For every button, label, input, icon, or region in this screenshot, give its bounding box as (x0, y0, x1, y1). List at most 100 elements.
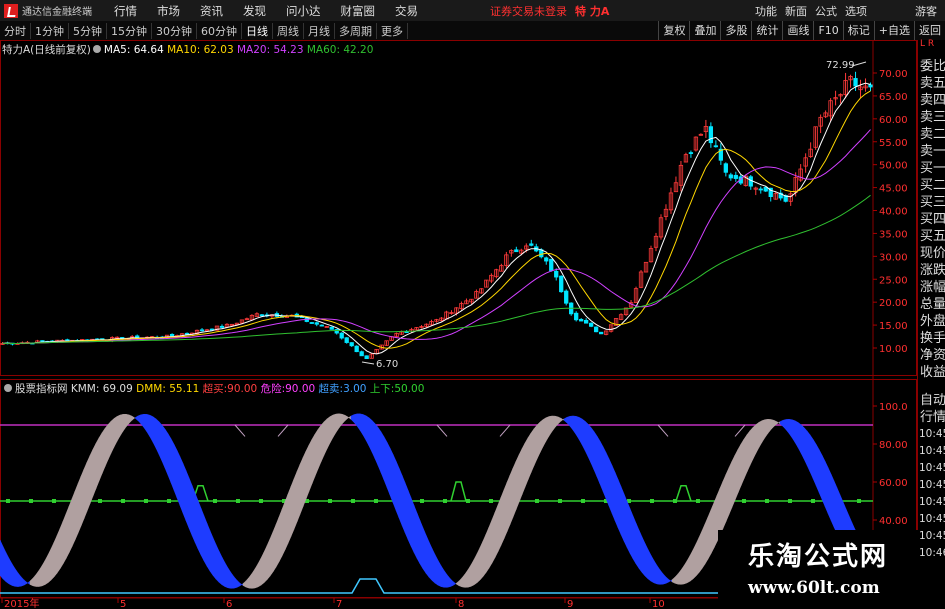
panel-item[interactable]: 现价 (918, 245, 945, 262)
panel-item[interactable]: 行情 (918, 409, 945, 426)
period-30min[interactable]: 30分钟 (152, 22, 197, 39)
kmm-dmm-band (626, 501, 631, 554)
candle-body (204, 329, 210, 332)
kmm-dmm-band (311, 433, 316, 484)
panel-item[interactable]: 卖三 (918, 109, 945, 126)
kmm-dmm-band (377, 426, 382, 473)
kmm-dmm-band (149, 414, 154, 444)
ind-tick-label: 80.00 (879, 440, 908, 451)
panel-item[interactable]: 委比 (918, 58, 945, 75)
tool-diejia[interactable]: 叠加 (689, 21, 720, 40)
period-60min[interactable]: 60分钟 (197, 22, 242, 39)
panel-toggle[interactable]: L R (918, 40, 945, 58)
tool-duogu[interactable]: 多股 (720, 21, 751, 40)
candle-body (339, 332, 344, 339)
tool-biaoji[interactable]: 标记 (842, 21, 874, 40)
price-tick-label: 45.00 (879, 184, 908, 195)
kmm-dmm-band (794, 420, 799, 449)
kmm-dmm-band (638, 529, 643, 574)
menu-xuanxiang[interactable]: 选项 (841, 3, 871, 19)
panel-item[interactable]: 卖五 (918, 75, 945, 92)
period-month[interactable]: 月线 (304, 22, 335, 39)
kmm-dmm-band (239, 582, 244, 587)
candle-body (40, 340, 45, 343)
menu-gongneng[interactable]: 功能 (751, 3, 781, 19)
tool-tongji[interactable]: 统计 (751, 21, 782, 40)
kmm-dmm-band (758, 420, 763, 449)
period-more[interactable]: 更多 (377, 22, 408, 39)
login-status[interactable]: 证券交易未登录 (490, 3, 567, 19)
kmm-dmm-band (254, 562, 259, 589)
panel-item[interactable]: 买四 (918, 211, 945, 228)
panel-item[interactable]: 卖二 (918, 126, 945, 143)
panel-item[interactable]: 净资 (918, 347, 945, 364)
panel-item[interactable]: 买三 (918, 194, 945, 211)
date-tick-label: 9 (567, 599, 573, 609)
period-fenshi[interactable]: 分时 (0, 22, 31, 39)
kmm-dmm-band (422, 527, 427, 575)
candle-body (579, 318, 584, 322)
menu-zixun[interactable]: 资讯 (190, 3, 233, 19)
panel-item[interactable]: 外盘 (918, 313, 945, 330)
tool-huaxian[interactable]: 画线 (782, 21, 813, 40)
tool-f10[interactable]: F10 (813, 21, 842, 40)
panel-item[interactable]: 卖一 (918, 143, 945, 160)
kmm-dmm-band (797, 421, 802, 454)
ma10-label: MA10: 62.03 (167, 44, 234, 56)
kmm-dmm-band (218, 550, 223, 586)
menu-caifuquan[interactable]: 财富圈 (331, 3, 386, 19)
settings-icon[interactable] (92, 45, 101, 53)
menu-wenxiaoda[interactable]: 问小达 (276, 3, 331, 19)
kmm-dmm-band (467, 563, 472, 588)
mid-marker (788, 499, 792, 503)
period-multi[interactable]: 多周期 (335, 22, 377, 39)
kmm-dmm-band (317, 424, 322, 470)
kmm-dmm-band (650, 554, 655, 584)
menu-hangqing[interactable]: 行情 (104, 3, 147, 19)
panel-item[interactable]: 收益 (918, 364, 945, 381)
kmm-dmm-band (575, 415, 580, 441)
tool-zixuan[interactable]: +自选 (873, 21, 914, 40)
kmm-dmm-band (167, 432, 172, 483)
mid-marker (259, 499, 263, 503)
tool-fuquan[interactable]: 复权 (658, 21, 689, 40)
panel-item[interactable]: 买二 (918, 177, 945, 194)
chaomai2-label: 超卖: (318, 383, 344, 395)
kmm-dmm-band (0, 539, 4, 580)
kmm-dmm-band (518, 448, 523, 503)
panel-item[interactable]: 涨跌 (918, 262, 945, 279)
mid-marker (236, 499, 240, 503)
chart-area[interactable]: 70.00 65.00 60.00 55.00 50.00 45.00 40.00 35.00… (0, 40, 917, 609)
panel-item[interactable]: 自动 (918, 392, 945, 409)
panel-item[interactable]: 买五 (918, 228, 945, 245)
kmm-dmm-band (446, 573, 451, 588)
panel-item[interactable]: 买一 (918, 160, 945, 177)
period-15min[interactable]: 15分钟 (107, 22, 152, 39)
panel-item[interactable]: 换手 (918, 330, 945, 347)
price-tick-label: 50.00 (879, 161, 908, 172)
period-day[interactable]: 日线 (242, 22, 273, 39)
kmm-dmm-band (539, 419, 544, 453)
menu-gongshi[interactable]: 公式 (811, 3, 841, 19)
user-guest[interactable]: 游客 (911, 3, 941, 19)
period-1min[interactable]: 1分钟 (31, 22, 69, 39)
panel-item[interactable]: 涨幅 (918, 279, 945, 296)
period-week[interactable]: 周线 (273, 22, 304, 39)
mid-marker (374, 499, 378, 503)
tool-fanhui[interactable]: 返回 (914, 21, 945, 40)
kmm-dmm-band (215, 544, 220, 583)
panel-item[interactable]: 总量 (918, 296, 945, 313)
kmm-dmm-band (65, 506, 70, 559)
menu-shichang[interactable]: 市场 (147, 3, 190, 19)
menu-xinmian[interactable]: 新面 (781, 3, 811, 19)
settings-icon[interactable] (4, 384, 12, 392)
chart-svg[interactable]: 70.00 65.00 60.00 55.00 50.00 45.00 40.00 35.00… (0, 40, 917, 609)
kmm-dmm-band (269, 531, 274, 577)
menu-faxian[interactable]: 发现 (233, 3, 276, 19)
kmm-dmm-band (485, 526, 490, 574)
panel-item[interactable]: 卖四 (918, 92, 945, 109)
kmm-dmm-band (323, 418, 328, 456)
kmm-dmm-band (29, 577, 34, 587)
menu-jiaoyi[interactable]: 交易 (385, 3, 428, 19)
period-5min[interactable]: 5分钟 (69, 22, 107, 39)
